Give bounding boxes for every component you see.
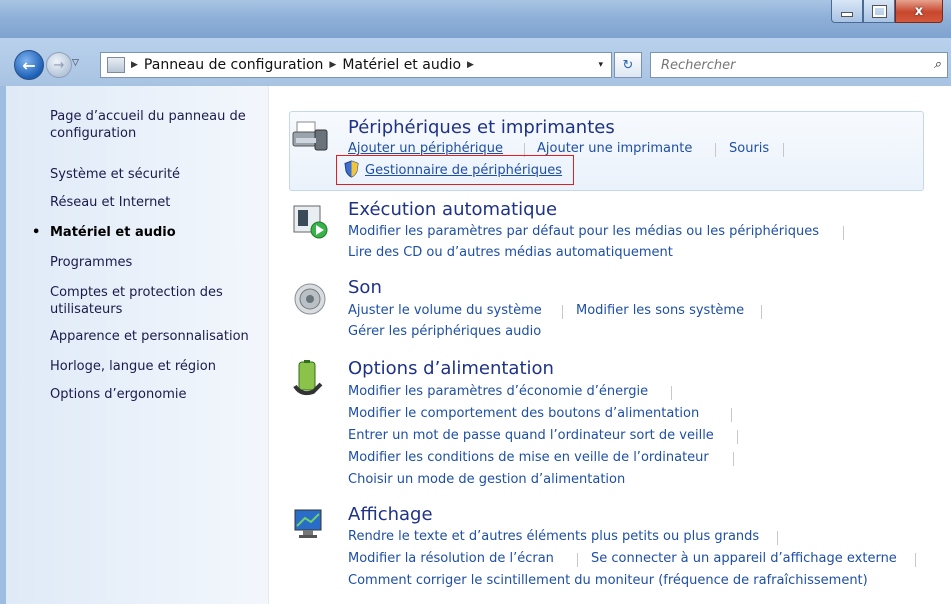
- link-adjust-volume[interactable]: Ajuster le volume du système: [348, 303, 542, 318]
- search-input[interactable]: [659, 56, 913, 74]
- autoplay-icon: [293, 205, 328, 239]
- sidebar-item-accounts[interactable]: Comptes et protection des utilisateurs: [50, 284, 262, 318]
- link-text-size[interactable]: Rendre le texte et d’autres éléments plu…: [348, 529, 759, 544]
- link-power-buttons-behavior[interactable]: Modifier le comportement des boutons d’a…: [348, 406, 699, 421]
- link-autoplay-defaults[interactable]: Modifier les paramètres par défaut pour …: [348, 224, 819, 239]
- active-bullet: •: [32, 225, 41, 240]
- link-separator: [577, 553, 578, 567]
- search-icon[interactable]: ⌕: [934, 57, 941, 72]
- address-dropdown-icon[interactable]: ▾: [598, 60, 603, 70]
- breadcrumb-item[interactable]: Panneau de configuration: [144, 57, 323, 73]
- sidebar-item-programs[interactable]: Programmes: [50, 254, 262, 271]
- maximize-button[interactable]: [863, 0, 895, 23]
- maximize-icon: [871, 4, 887, 18]
- sidebar-item-ease-of-access[interactable]: Options d’ergonomie: [50, 386, 262, 403]
- link-play-cd-automatically[interactable]: Lire des CD ou d’autres médias automatiq…: [348, 245, 673, 260]
- close-button[interactable]: x: [895, 0, 943, 23]
- navigation-bar: ← → ▽ ▶ Panneau de configuration ▶ Matér…: [0, 38, 951, 86]
- link-device-manager[interactable]: Gestionnaire de périphériques: [365, 163, 562, 178]
- forward-arrow-icon: →: [53, 57, 65, 73]
- control-panel-icon: [107, 57, 125, 73]
- link-power-plan[interactable]: Choisir un mode de gestion d’alimentatio…: [348, 472, 625, 487]
- link-separator: [731, 408, 732, 422]
- recent-pages-dropdown[interactable]: ▽: [72, 58, 79, 68]
- link-add-device[interactable]: Ajouter un périphérique: [348, 141, 503, 156]
- link-manage-audio-devices[interactable]: Gérer les périphériques audio: [348, 324, 541, 339]
- category-title-devices-printers[interactable]: Périphériques et imprimantes: [348, 117, 615, 138]
- link-power-saving-settings[interactable]: Modifier les paramètres d’économie d’éne…: [348, 384, 648, 399]
- link-separator: [761, 305, 762, 319]
- link-separator: [783, 143, 784, 157]
- title-bar: x: [0, 0, 951, 38]
- breadcrumb-item[interactable]: Matériel et audio: [342, 57, 461, 73]
- sidebar-item-system-security[interactable]: Système et sécurité: [50, 166, 262, 183]
- display-icon: [294, 509, 322, 538]
- category-title-sound[interactable]: Son: [348, 277, 382, 298]
- link-separator: [671, 386, 672, 400]
- link-monitor-flicker[interactable]: Comment corriger le scintillement du mon…: [348, 573, 868, 588]
- sidebar-item-home[interactable]: Page d’accueil du panneau de configurati…: [50, 108, 262, 142]
- minimize-icon: [841, 11, 853, 17]
- category-title-autoplay[interactable]: Exécution automatique: [348, 199, 557, 220]
- link-separator: [733, 452, 734, 466]
- breadcrumb-separator-icon[interactable]: ▶: [131, 60, 138, 70]
- breadcrumb-separator-icon[interactable]: ▶: [467, 60, 474, 70]
- link-add-printer[interactable]: Ajouter une imprimante: [537, 141, 692, 156]
- address-bar[interactable]: ▶ Panneau de configuration ▶ Matériel et…: [100, 52, 612, 78]
- printer-icon: [292, 121, 328, 151]
- minimize-button[interactable]: [831, 0, 863, 23]
- refresh-icon: ↻: [622, 57, 634, 73]
- link-separator: [715, 143, 716, 157]
- sidebar-item-appearance[interactable]: Apparence et personnalisation: [50, 328, 262, 345]
- sidebar: Page d’accueil du panneau de configurati…: [0, 86, 268, 604]
- sidebar-item-label: Matériel et audio: [50, 225, 176, 240]
- link-mouse[interactable]: Souris: [729, 141, 769, 156]
- uac-shield-icon: [344, 160, 359, 178]
- link-sleep-conditions[interactable]: Modifier les conditions de mise en veill…: [348, 450, 709, 465]
- main-content: Périphériques et imprimantes Ajouter un …: [269, 86, 951, 604]
- battery-icon: [293, 360, 323, 396]
- link-separator: [777, 531, 778, 545]
- link-change-system-sounds[interactable]: Modifier les sons système: [576, 303, 744, 318]
- link-password-on-wake[interactable]: Entrer un mot de passe quand l’ordinateu…: [348, 428, 714, 443]
- sidebar-item-hardware-sound[interactable]: • Matériel et audio: [32, 224, 262, 241]
- category-title-display[interactable]: Affichage: [348, 504, 433, 525]
- sidebar-item-network[interactable]: Réseau et Internet: [50, 194, 262, 211]
- link-screen-resolution[interactable]: Modifier la résolution de l’écran: [348, 551, 554, 566]
- link-separator: [737, 430, 738, 444]
- back-arrow-icon: ←: [22, 55, 36, 75]
- breadcrumb-separator-icon[interactable]: ▶: [329, 60, 336, 70]
- refresh-button[interactable]: ↻: [614, 52, 642, 78]
- window-controls: x: [831, 0, 943, 24]
- link-separator: [843, 226, 844, 240]
- search-box[interactable]: ⌕: [650, 52, 948, 78]
- sidebar-item-clock-language[interactable]: Horloge, langue et région: [50, 358, 262, 375]
- speaker-icon: [294, 283, 326, 315]
- close-icon: x: [914, 3, 924, 19]
- forward-button[interactable]: →: [46, 52, 72, 78]
- link-separator: [562, 305, 563, 319]
- link-separator: [915, 553, 916, 567]
- back-button[interactable]: ←: [14, 50, 44, 80]
- category-title-power-options[interactable]: Options d’alimentation: [348, 358, 554, 379]
- link-external-display[interactable]: Se connecter à un appareil d’affichage e…: [591, 551, 897, 566]
- chevron-down-icon: ▽: [72, 58, 79, 68]
